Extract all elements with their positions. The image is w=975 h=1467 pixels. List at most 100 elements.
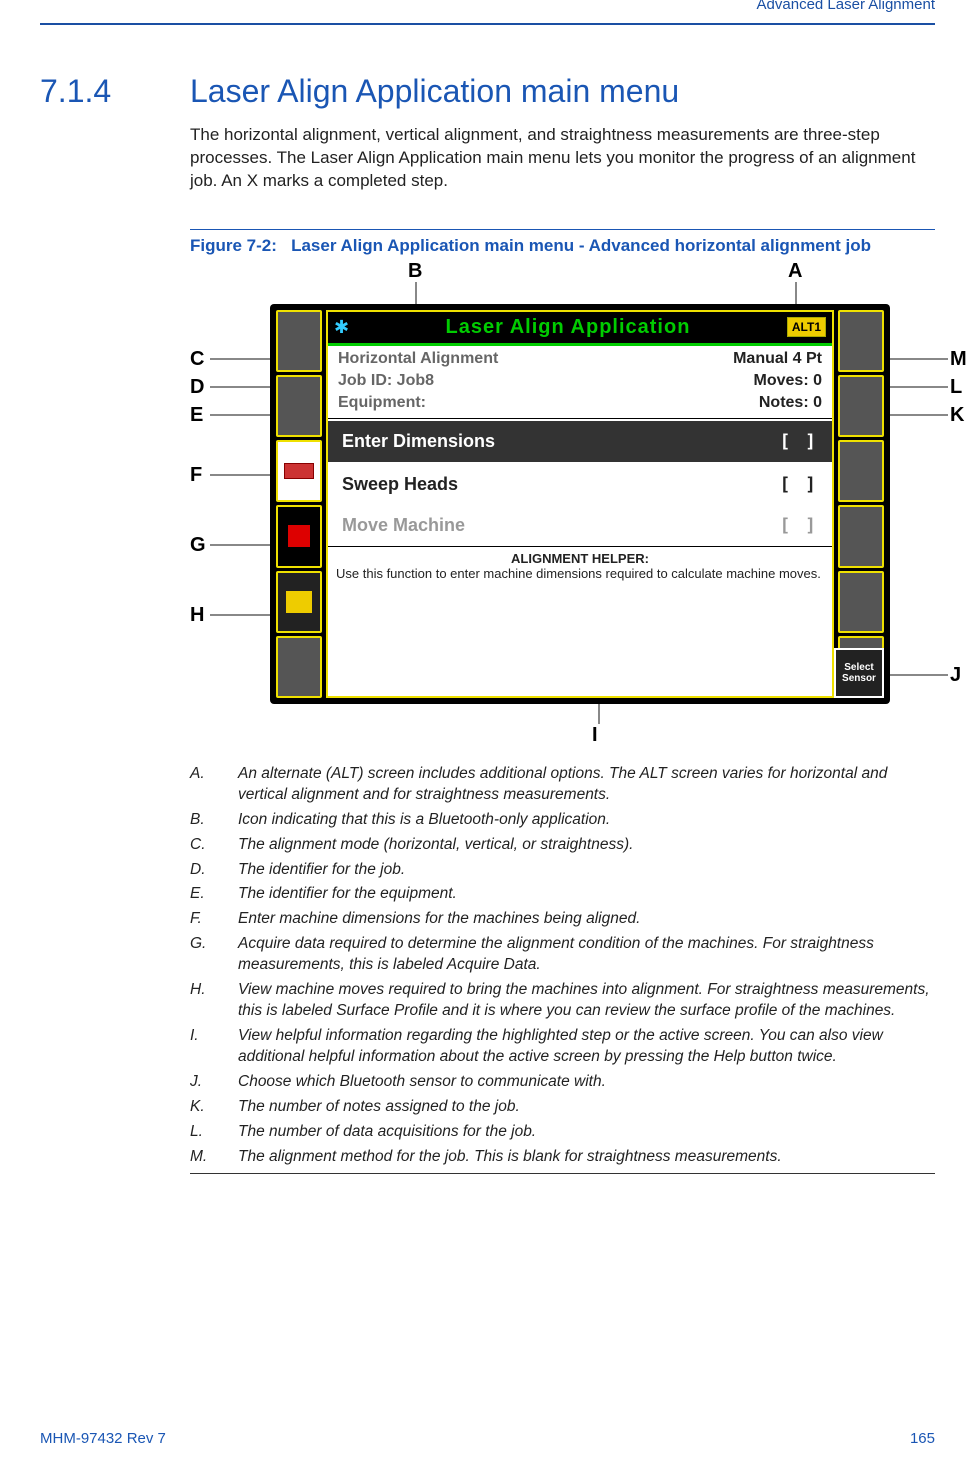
- machine-icon: [286, 591, 312, 613]
- callout-M: M: [950, 348, 967, 371]
- annotation-text: View machine moves required to bring the…: [238, 980, 935, 1022]
- device-screen: ✱ Laser Align Application ALT1 Horizonta…: [270, 304, 890, 704]
- alignment-method: Manual 4 Pt: [733, 350, 822, 368]
- callout-F: F: [190, 464, 202, 487]
- sweep-heads-softkey[interactable]: [276, 505, 322, 567]
- select-sensor-button[interactable]: Select Sensor: [834, 648, 884, 698]
- annotation-row: C. The alignment mode (horizontal, vertic…: [190, 835, 935, 856]
- callout-H: H: [190, 604, 204, 627]
- right-softkey-1[interactable]: [838, 310, 884, 372]
- annotation-row: F. Enter machine dimensions for the machi…: [190, 909, 935, 930]
- annotation-text: Choose which Bluetooth sensor to communi…: [238, 1072, 606, 1093]
- annotation-key: H.: [190, 980, 220, 1022]
- page-footer: MHM-97432 Rev 7 165: [40, 1430, 935, 1447]
- step-move-machine-label: Move Machine: [342, 515, 465, 536]
- alignment-mode: Horizontal Alignment: [338, 350, 498, 368]
- annotation-row: K. The number of notes assigned to the jo…: [190, 1097, 935, 1118]
- app-title: Laser Align Application: [357, 316, 779, 339]
- callout-J: J: [950, 664, 961, 687]
- right-softkey-column: [838, 310, 884, 698]
- left-softkey-6[interactable]: [276, 636, 322, 698]
- annotation-row: H. View machine moves required to bring t…: [190, 980, 935, 1022]
- left-softkey-2[interactable]: [276, 375, 322, 437]
- alignment-helper: ALIGNMENT HELPER: Use this function to e…: [328, 546, 832, 585]
- right-softkey-4[interactable]: [838, 505, 884, 567]
- helper-title: ALIGNMENT HELPER:: [336, 551, 824, 566]
- right-softkey-5[interactable]: [838, 571, 884, 633]
- left-softkey-column: [276, 310, 322, 698]
- alt-badge[interactable]: ALT1: [787, 317, 826, 337]
- step-enter-dimensions-label: Enter Dimensions: [342, 431, 495, 452]
- callout-I: I: [592, 724, 598, 747]
- center-panel: ✱ Laser Align Application ALT1 Horizonta…: [326, 310, 834, 698]
- annotation-row: J. Choose which Bluetooth sensor to commu…: [190, 1072, 935, 1093]
- footer-page-number: 165: [910, 1430, 935, 1447]
- figure-image: B A C D E F G H M L K J I: [190, 264, 970, 744]
- enter-dimensions-softkey[interactable]: [276, 440, 322, 502]
- right-softkey-3[interactable]: [838, 440, 884, 502]
- annotation-text: The alignment method for the job. This i…: [238, 1147, 782, 1168]
- section-number: 7.1.4: [40, 73, 190, 110]
- callout-K: K: [950, 404, 964, 427]
- move-machine-softkey[interactable]: [276, 571, 322, 633]
- ruler-icon: [284, 463, 314, 479]
- annotation-key: E.: [190, 884, 220, 905]
- step-sweep-heads-state: [ ]: [779, 474, 818, 495]
- step-sweep-heads[interactable]: Sweep Heads [ ]: [328, 464, 832, 505]
- annotation-row: M.The alignment method for the job. This…: [190, 1147, 935, 1168]
- running-head: Advanced Laser Alignment: [40, 0, 935, 13]
- annotation-list: A. An alternate (ALT) screen includes add…: [190, 764, 935, 1168]
- step-sweep-heads-label: Sweep Heads: [342, 474, 458, 495]
- annotation-key: J.: [190, 1072, 220, 1093]
- annotation-text: The number of notes assigned to the job.: [238, 1097, 520, 1118]
- annotation-key: G.: [190, 934, 220, 976]
- callout-D: D: [190, 376, 204, 399]
- annotation-key: F.: [190, 909, 220, 930]
- annotation-text: The identifier for the equipment.: [238, 884, 457, 905]
- top-rule: [40, 23, 935, 25]
- right-softkey-2[interactable]: [838, 375, 884, 437]
- figure-caption: Figure 7-2: Laser Align Application main…: [190, 229, 935, 256]
- callout-G: G: [190, 534, 206, 557]
- bluetooth-icon: ✱: [334, 318, 349, 336]
- annotation-key: I.: [190, 1026, 220, 1068]
- callout-C: C: [190, 348, 204, 371]
- annotation-row: B.Icon indicating that this is a Bluetoo…: [190, 810, 935, 831]
- annotation-row: E. The identifier for the equipment.: [190, 884, 935, 905]
- left-softkey-1[interactable]: [276, 310, 322, 372]
- callout-E: E: [190, 404, 203, 427]
- section-title: Laser Align Application main menu: [190, 73, 679, 110]
- moves-count: Moves: 0: [754, 372, 822, 390]
- annotation-key: K.: [190, 1097, 220, 1118]
- helper-text: Use this function to enter machine dimen…: [336, 566, 824, 581]
- step-enter-dimensions[interactable]: Enter Dimensions [ ]: [328, 421, 832, 462]
- step-move-machine-state: [ ]: [779, 515, 818, 536]
- callout-B: B: [408, 260, 422, 283]
- annotation-row: D. The identifier for the job.: [190, 860, 935, 881]
- annotation-row: I. View helpful information regarding the…: [190, 1026, 935, 1068]
- annotation-key: A.: [190, 764, 220, 806]
- notes-count: Notes: 0: [759, 394, 822, 412]
- figure-caption-text: Laser Align Application main menu - Adva…: [291, 236, 871, 255]
- annotation-text: The identifier for the job.: [238, 860, 405, 881]
- step-move-machine[interactable]: Move Machine [ ]: [328, 505, 832, 546]
- annotation-row: L.The number of data acquisitions for th…: [190, 1122, 935, 1143]
- annotation-text: View helpful information regarding the h…: [238, 1026, 935, 1068]
- job-id: Job ID: Job8: [338, 372, 434, 390]
- callout-A: A: [788, 260, 802, 283]
- annotation-text: Enter machine dimensions for the machine…: [238, 909, 640, 930]
- title-bar: ✱ Laser Align Application ALT1: [328, 312, 832, 346]
- annotation-key: C.: [190, 835, 220, 856]
- annotation-text: Acquire data required to determine the a…: [238, 934, 935, 976]
- annotation-text: The number of data acquisitions for the …: [238, 1122, 536, 1143]
- annotation-text: The alignment mode (horizontal, vertical…: [238, 835, 633, 856]
- divider: [328, 418, 832, 419]
- footer-left: MHM-97432 Rev 7: [40, 1430, 166, 1447]
- annotation-key: D.: [190, 860, 220, 881]
- laser-icon: [288, 525, 310, 547]
- figure-label: Figure 7-2:: [190, 236, 277, 255]
- annotation-row: G. Acquire data required to determine the…: [190, 934, 935, 976]
- annotation-text: An alternate (ALT) screen includes addit…: [238, 764, 935, 806]
- annotation-key: B.: [190, 810, 220, 831]
- callout-L: L: [950, 376, 962, 399]
